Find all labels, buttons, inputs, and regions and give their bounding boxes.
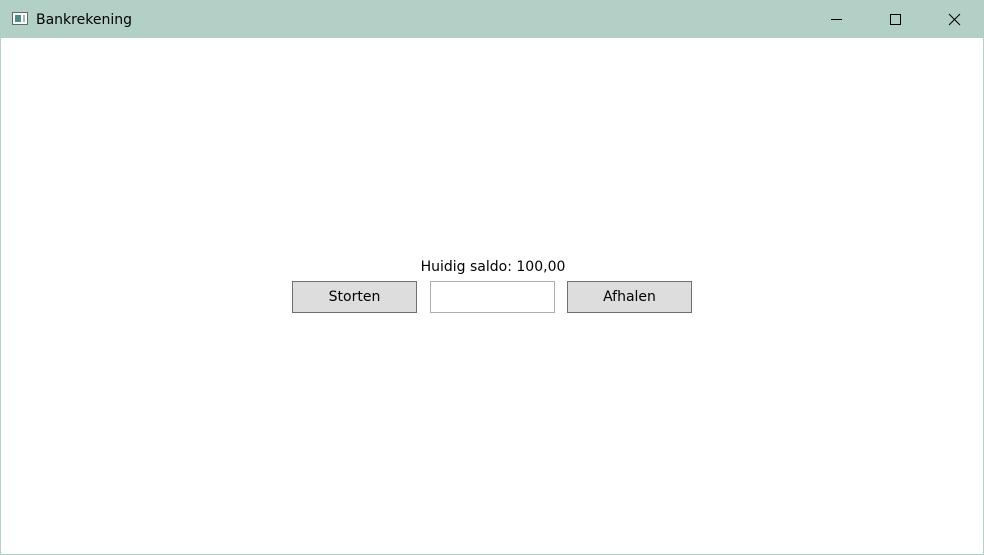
withdraw-button[interactable]: Afhalen — [567, 281, 692, 313]
window-app-icon — [12, 12, 28, 25]
maximize-icon — [890, 14, 901, 25]
balance-label: Huidig saldo: 100,00 — [420, 259, 566, 275]
maximize-button[interactable] — [866, 1, 924, 38]
close-icon — [948, 13, 961, 26]
title-bar[interactable]: Bankrekening — [1, 1, 983, 38]
close-button[interactable] — [925, 1, 983, 38]
minimize-icon — [831, 19, 842, 20]
minimize-button[interactable] — [808, 1, 866, 38]
deposit-button[interactable]: Storten — [292, 281, 417, 313]
client-area: Huidig saldo: 100,00 Storten Afhalen — [1, 38, 983, 554]
window-title: Bankrekening — [36, 12, 132, 28]
amount-input[interactable] — [430, 281, 555, 313]
app-window: Bankrekening Huidig saldo: 100,00 Storte… — [0, 0, 984, 555]
